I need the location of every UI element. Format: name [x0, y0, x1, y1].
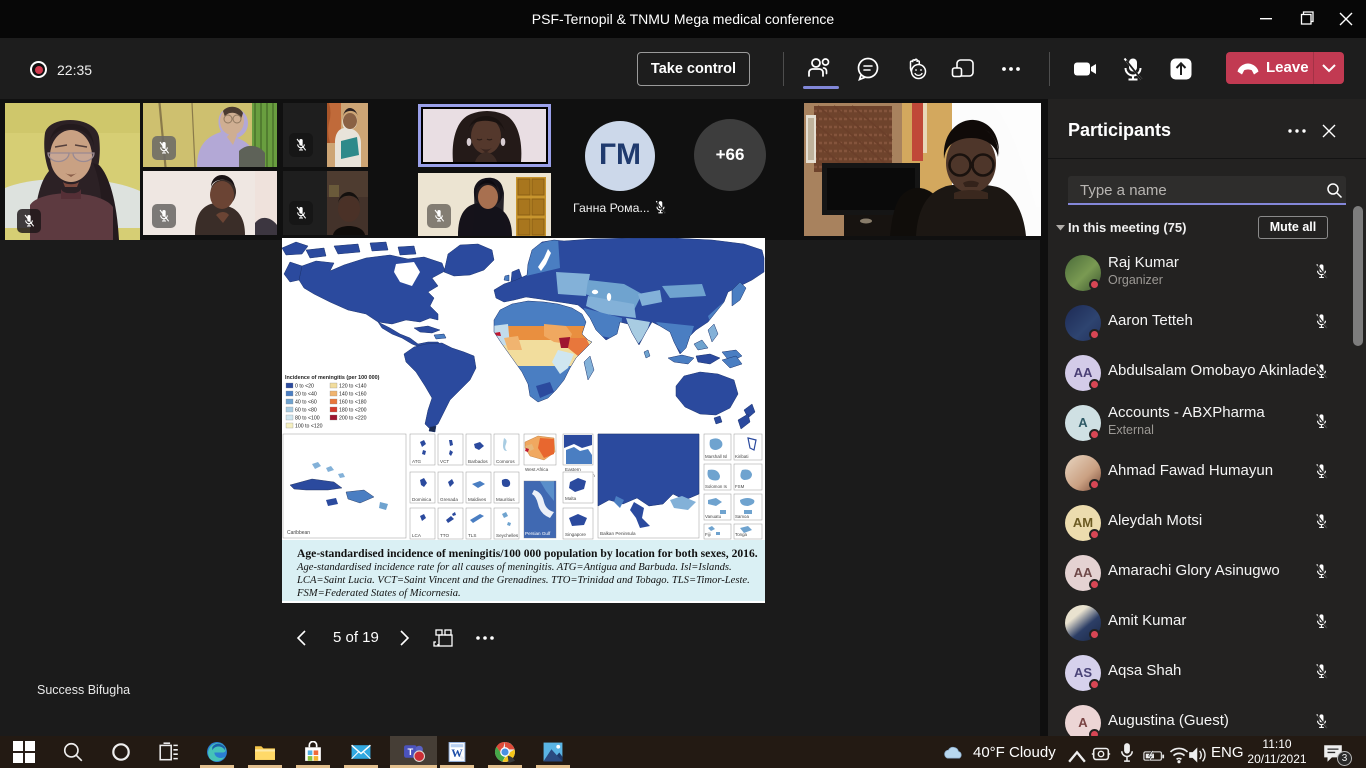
svg-text:160 to <180: 160 to <180	[339, 400, 367, 406]
svg-text:40 to <60: 40 to <60	[295, 400, 317, 406]
svg-text:Barbados: Barbados	[468, 459, 488, 464]
svg-text:Maldives: Maldives	[468, 497, 487, 502]
svg-text:80 to <100: 80 to <100	[295, 416, 320, 422]
svg-text:ATG: ATG	[412, 459, 422, 464]
svg-text:120 to <140: 120 to <140	[339, 384, 367, 390]
svg-text:Dominica: Dominica	[412, 497, 432, 502]
svg-text:Kiribati: Kiribati	[735, 454, 748, 459]
svg-text:Vanuatu: Vanuatu	[705, 514, 722, 519]
svg-text:Incidence of meningitis (per 1: Incidence of meningitis (per 100 000)	[285, 375, 380, 381]
svg-text:Marshall Isl: Marshall Isl	[705, 454, 727, 459]
svg-text:Samoa: Samoa	[735, 514, 749, 519]
svg-text:TLS: TLS	[468, 533, 476, 538]
svg-text:Malta: Malta	[565, 496, 577, 501]
svg-text:Seychelles: Seychelles	[496, 533, 519, 538]
svg-text:Grenada: Grenada	[440, 497, 458, 502]
svg-text:TTO: TTO	[440, 533, 450, 538]
svg-text:Singapore: Singapore	[565, 532, 586, 537]
svg-text:Balkan Peninsula: Balkan Peninsula	[600, 531, 636, 536]
svg-text:0 to <20: 0 to <20	[295, 384, 314, 390]
svg-text:200 to <220: 200 to <220	[339, 416, 367, 422]
svg-text:20 to <40: 20 to <40	[295, 392, 317, 398]
svg-text:Solomon Is: Solomon Is	[705, 484, 728, 489]
svg-text:VCT: VCT	[440, 459, 449, 464]
svg-text:Fiji: Fiji	[705, 532, 711, 537]
svg-text:180 to <200: 180 to <200	[339, 408, 367, 414]
svg-text:Persian Gulf: Persian Gulf	[525, 531, 551, 536]
svg-text:T: T	[407, 746, 413, 757]
svg-text:Eastern: Eastern	[565, 467, 581, 472]
svg-text:Mauritius: Mauritius	[496, 497, 515, 502]
svg-text:140 to <160: 140 to <160	[339, 392, 367, 398]
svg-text:West Africa: West Africa	[525, 467, 549, 472]
svg-text:LCA: LCA	[412, 533, 422, 538]
svg-text:100 to <120: 100 to <120	[295, 424, 323, 430]
svg-text:Comoros: Comoros	[496, 459, 515, 464]
svg-text:FSM: FSM	[735, 484, 745, 489]
svg-text:60 to <80: 60 to <80	[295, 408, 317, 414]
svg-text:Caribbean: Caribbean	[287, 530, 310, 536]
svg-text:Tonga: Tonga	[735, 532, 748, 537]
